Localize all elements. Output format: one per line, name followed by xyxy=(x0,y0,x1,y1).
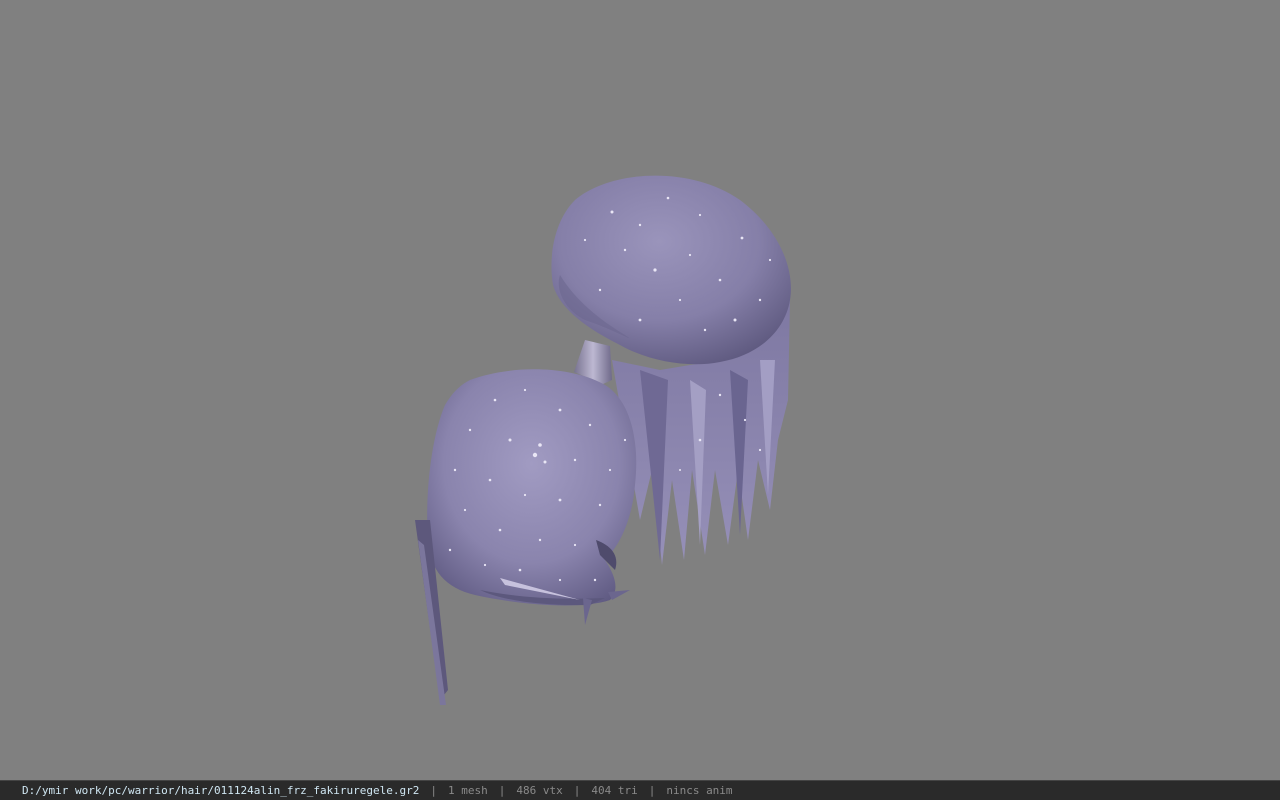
animation-status: nincs anim xyxy=(666,784,733,797)
vertex-count: 486 vtx xyxy=(516,784,563,797)
triangle-count: 404 tri xyxy=(591,784,638,797)
separator: | xyxy=(573,784,581,797)
upper-hair-bun xyxy=(551,175,791,365)
separator: | xyxy=(648,784,656,797)
separator: | xyxy=(498,784,506,797)
3d-viewport[interactable] xyxy=(0,0,1280,780)
lower-hair-bun xyxy=(415,369,637,705)
separator: | xyxy=(430,784,437,797)
mesh-count: 1 mesh xyxy=(447,784,488,797)
status-bar: D:/ymir work/pc/warrior/hair/011124alin_… xyxy=(0,780,1280,800)
hair-model-render xyxy=(415,175,791,705)
file-path: D:/ymir work/pc/warrior/hair/011124alin_… xyxy=(22,784,420,797)
